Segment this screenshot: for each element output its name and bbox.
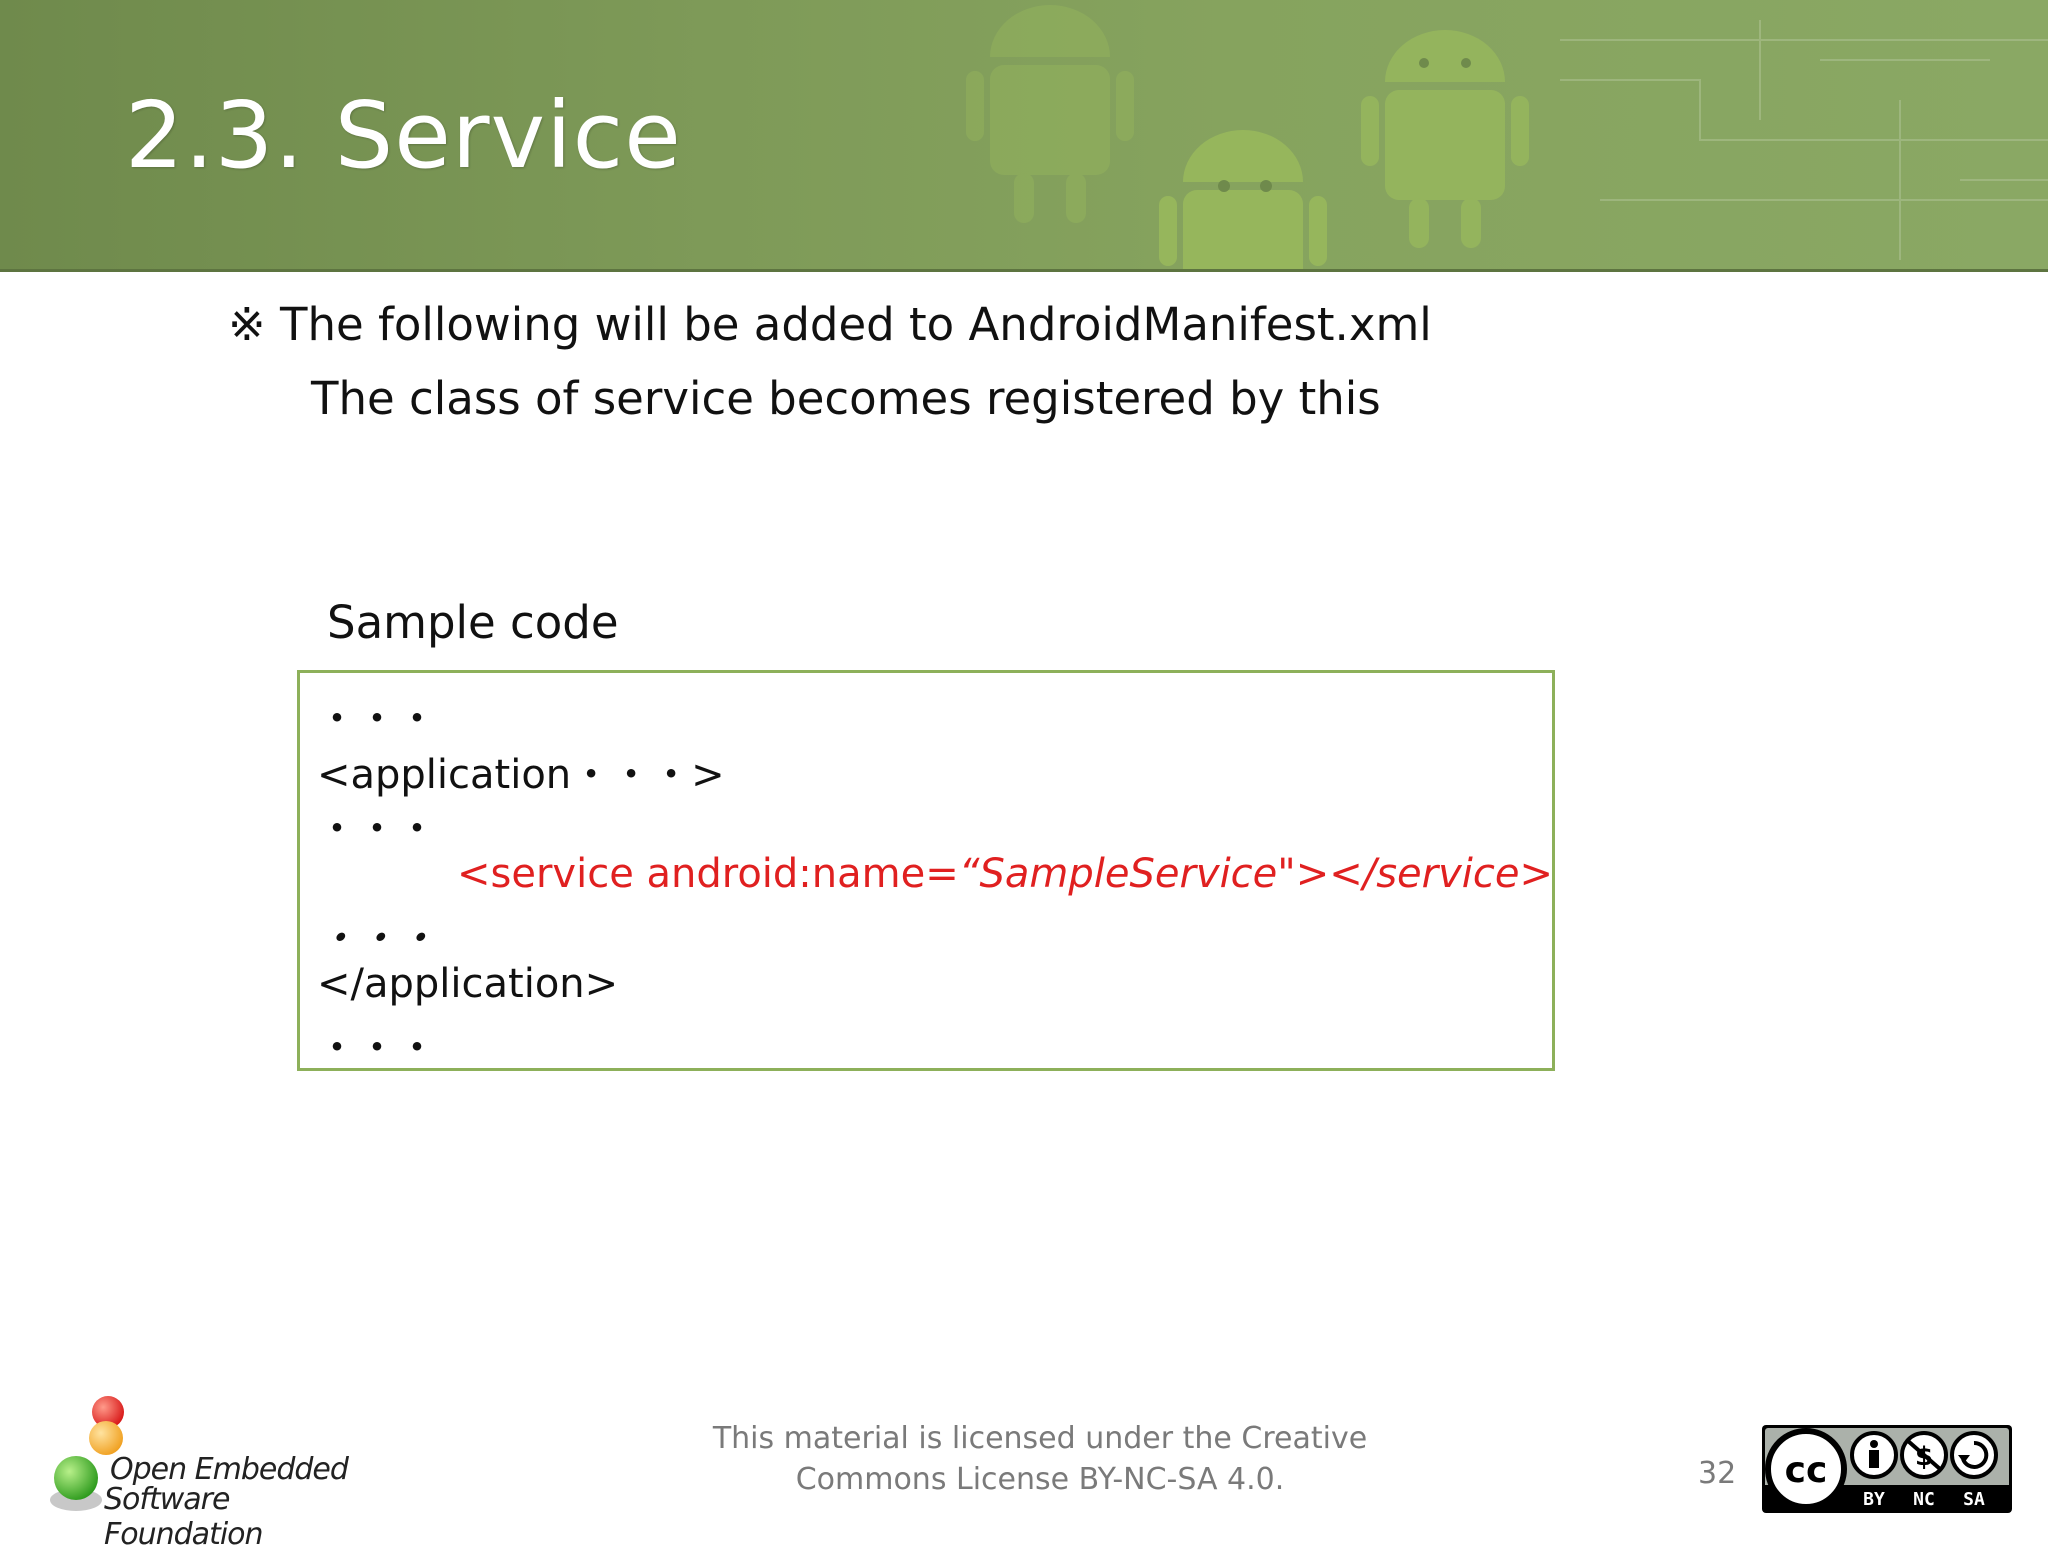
code-service-close: </service> [1329,851,1554,897]
header-banner: 2.3. Service [0,0,2048,272]
code-service-mid: "> [1277,851,1330,897]
note-line-2: The class of service becomes registered … [311,372,1381,425]
code-ellipsis-1: ・・・ [317,696,437,742]
code-service-name: “SampleService [958,851,1278,897]
code-ellipsis-2: ・・・ [317,806,437,852]
code-service-prefix: <service android:name= [457,851,959,897]
slide-title: 2.3. Service [125,82,682,189]
license-line-2: Commons License BY-NC-SA 4.0. [795,1462,1285,1497]
svg-text:cc: cc [1785,1450,1828,1491]
cc-label-sa: SA [1963,1489,1985,1510]
note-line-1: ※ The following will be added to AndroidM… [228,298,1432,351]
cc-by-nc-sa-badge: cc $ BY NC SA [1762,1425,2012,1513]
oesf-logo: Open Embedded Software Foundation [36,1388,396,1552]
code-ellipsis-3: ・・・ [317,916,437,962]
note-text-1: The following will be added to AndroidMa… [280,298,1432,351]
cc-label-by: BY [1863,1489,1885,1510]
code-application-open: <application・・・> [317,752,725,798]
logo-text-line2: Software Foundation [104,1482,264,1552]
license-notice: This material is licensed under the Crea… [700,1418,1380,1500]
code-service-line: <service android:name=“SampleService"></… [457,851,1553,897]
sample-code-label: Sample code [327,596,619,649]
reference-mark: ※ [228,298,266,351]
license-line-1: This material is licensed under the Crea… [712,1421,1368,1456]
code-sample-box: ・・・ <application・・・> ・・・ <service androi… [297,670,1555,1071]
page-number: 32 [1698,1456,1737,1491]
cc-label-nc: NC [1913,1489,1935,1510]
code-application-close: </application> [317,961,619,1007]
code-ellipsis-4: ・・・ [317,1025,437,1071]
